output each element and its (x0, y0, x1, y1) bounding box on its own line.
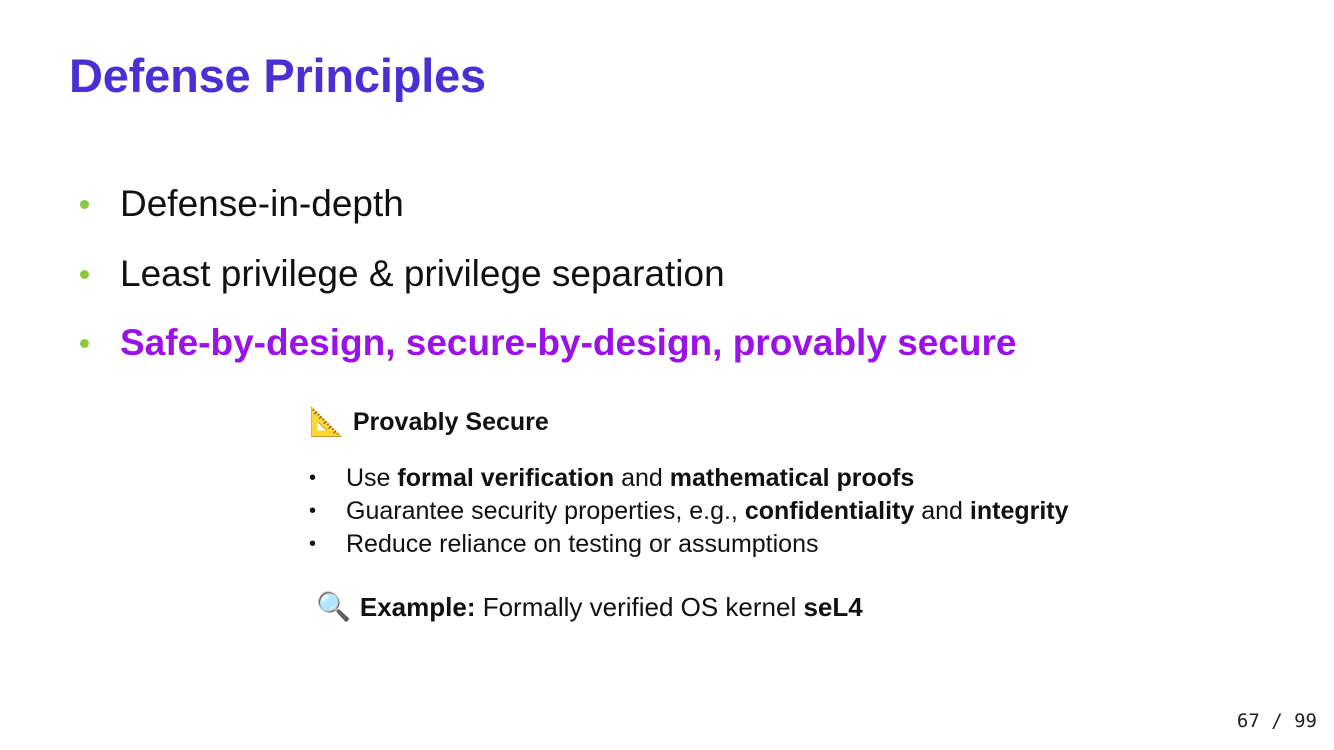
provably-secure-list: • Use formal verification and mathematic… (309, 462, 1069, 561)
bullet-text: Defense-in-depth (120, 183, 404, 224)
bullet-dot (80, 338, 89, 348)
sub-list-item: • Guarantee security properties, e.g., c… (309, 495, 1069, 528)
example-line: 🔍 Example: Formally verified OS kernel s… (316, 590, 863, 624)
example-bold: seL4 (803, 591, 863, 622)
slide: Defense Principles Defense-in-depth Leas… (0, 0, 1334, 750)
triangular-ruler-icon: 📐 (309, 406, 344, 437)
sub-list-item: • Use formal verification and mathematic… (309, 462, 1069, 495)
sub-item-text: Guarantee security properties, e.g., con… (346, 497, 1069, 525)
sub-list-item: • Reduce reliance on testing or assumpti… (309, 528, 1069, 561)
card-heading-text: Provably Secure (352, 407, 549, 436)
sub-bullet-marker: • (309, 467, 317, 489)
page-number: 67 / 99 (1236, 710, 1317, 732)
main-bullet-list: Defense-in-depth Least privilege & privi… (0, 0, 1334, 750)
bullet-item: Least privilege & privilege separation (80, 252, 725, 296)
bullet-text: Least privilege & privilege separation (120, 253, 725, 294)
sub-item-text: Reduce reliance on testing or assumption… (346, 530, 819, 558)
sub-item-text: Use formal verification and mathematical… (346, 464, 915, 492)
bullet-item-highlighted: Safe-by-design, secure-by-design, provab… (80, 321, 1017, 365)
sub-bullet-marker: • (309, 500, 317, 522)
bullet-dot (80, 269, 89, 279)
sub-bullet-marker: • (309, 533, 317, 555)
bullet-text: Safe-by-design, secure-by-design, provab… (120, 322, 1017, 363)
provably-secure-heading: 📐 Provably Secure (309, 405, 549, 439)
example-text: Example: Formally verified OS kernel seL… (359, 591, 863, 622)
bullet-item: Defense-in-depth (80, 182, 404, 226)
magnifying-glass-icon: 🔍 (316, 591, 351, 622)
example-label: Example: (359, 591, 476, 622)
bullet-dot (80, 199, 89, 209)
